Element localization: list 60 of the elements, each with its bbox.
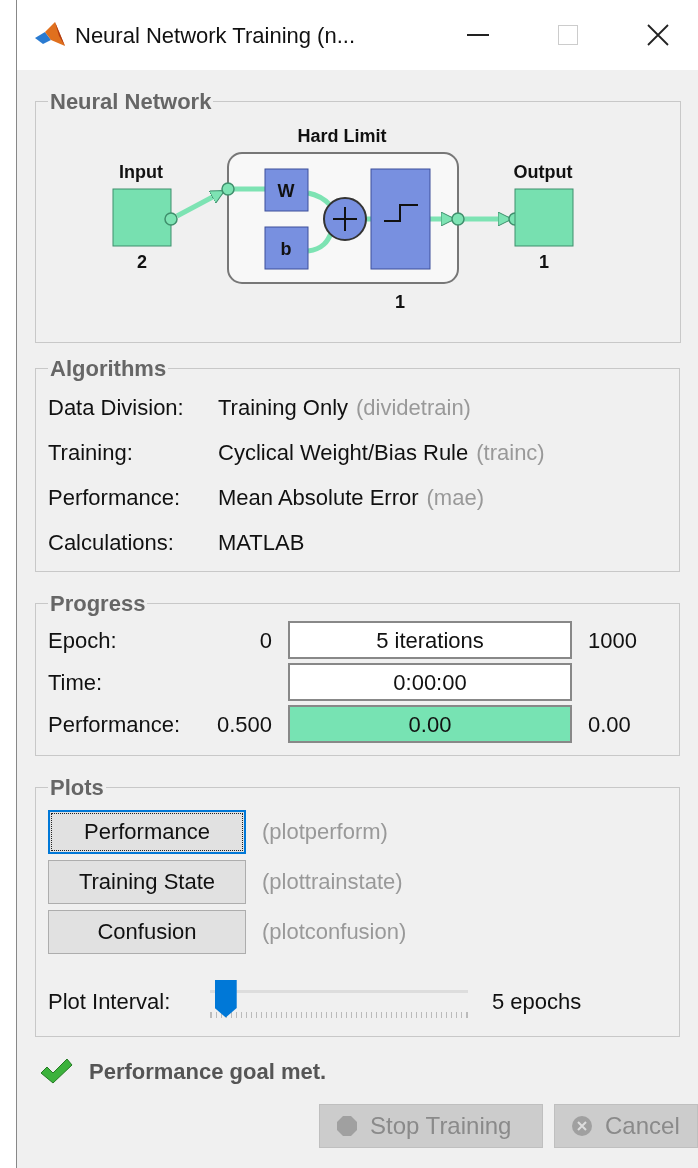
bias-label: b (280, 238, 292, 259)
junction-dot (221, 181, 235, 196)
start-value: 0 (259, 627, 272, 653)
cancel-icon (571, 1114, 593, 1137)
progress-value: 0.00 (408, 710, 452, 739)
algorithm-label: Calculations: (48, 528, 175, 557)
connector-line (307, 190, 333, 208)
algorithm-label: Performance: (48, 483, 182, 512)
algorithm-value: MATLAB (218, 528, 305, 557)
group-title: Neural Network (49, 88, 213, 116)
layer-label: Hard Limit (297, 125, 387, 146)
bias-block (264, 226, 309, 269)
group-title: Algorithms (49, 355, 168, 383)
status-message: Performance goal met. (89, 1057, 327, 1086)
connector-arrow (175, 189, 226, 218)
junction-dot (164, 211, 178, 226)
output-size: 1 (539, 251, 549, 272)
output-label: Output (513, 161, 573, 182)
group-title: Progress (49, 589, 147, 617)
checkmark-icon (39, 1057, 73, 1085)
slider-value: 5 epochs (492, 988, 582, 1016)
algorithm-value: Cyclical Weight/Bias Rule (218, 438, 469, 467)
algorithm-label: Training: (48, 438, 134, 467)
minimize-icon (467, 34, 489, 36)
end-value: 0.00 (588, 711, 631, 737)
function-name: (trainc) (476, 438, 545, 467)
progress-label: Performance: (48, 710, 182, 739)
slider-label: Plot Interval: (48, 988, 172, 1016)
weight-block (264, 168, 309, 211)
function-name: (mae) (426, 483, 484, 512)
maximize-icon (558, 25, 578, 45)
end-value: 1000 (588, 627, 637, 653)
slider-thumb[interactable] (214, 979, 237, 1018)
weight-label: W (277, 180, 295, 201)
algorithm-value: Mean Absolute Error (218, 483, 419, 512)
plot-button[interactable]: Performance (48, 809, 246, 854)
input-block (112, 188, 172, 246)
function-name: (plottrainstate) (262, 868, 403, 896)
plot-button[interactable]: Confusion (48, 909, 246, 954)
function-name: (plotperform) (262, 818, 388, 846)
layer-size: 1 (395, 291, 405, 312)
algorithm-label: Data Division: (48, 393, 185, 422)
function-name: (dividetrain) (356, 393, 471, 422)
connector-line (234, 186, 265, 191)
sum-icon (323, 196, 367, 241)
connector-line (307, 231, 334, 253)
plot-button[interactable]: Training State (48, 859, 246, 904)
group-title: Plots (49, 774, 105, 802)
close-icon (646, 23, 670, 47)
stop-icon (336, 1114, 358, 1137)
junction-dot (451, 211, 465, 226)
output-block (514, 188, 574, 246)
input-size: 2 (137, 251, 147, 272)
progress-label: Time: (48, 668, 104, 697)
function-name: (plotconfusion) (262, 918, 407, 946)
window-title: Neural Network Training (n... (75, 21, 355, 50)
algorithm-value: Training Only (218, 393, 348, 422)
input-label: Input (119, 161, 163, 182)
start-value: 0.500 (216, 711, 272, 737)
progress-label: Epoch: (48, 626, 118, 655)
